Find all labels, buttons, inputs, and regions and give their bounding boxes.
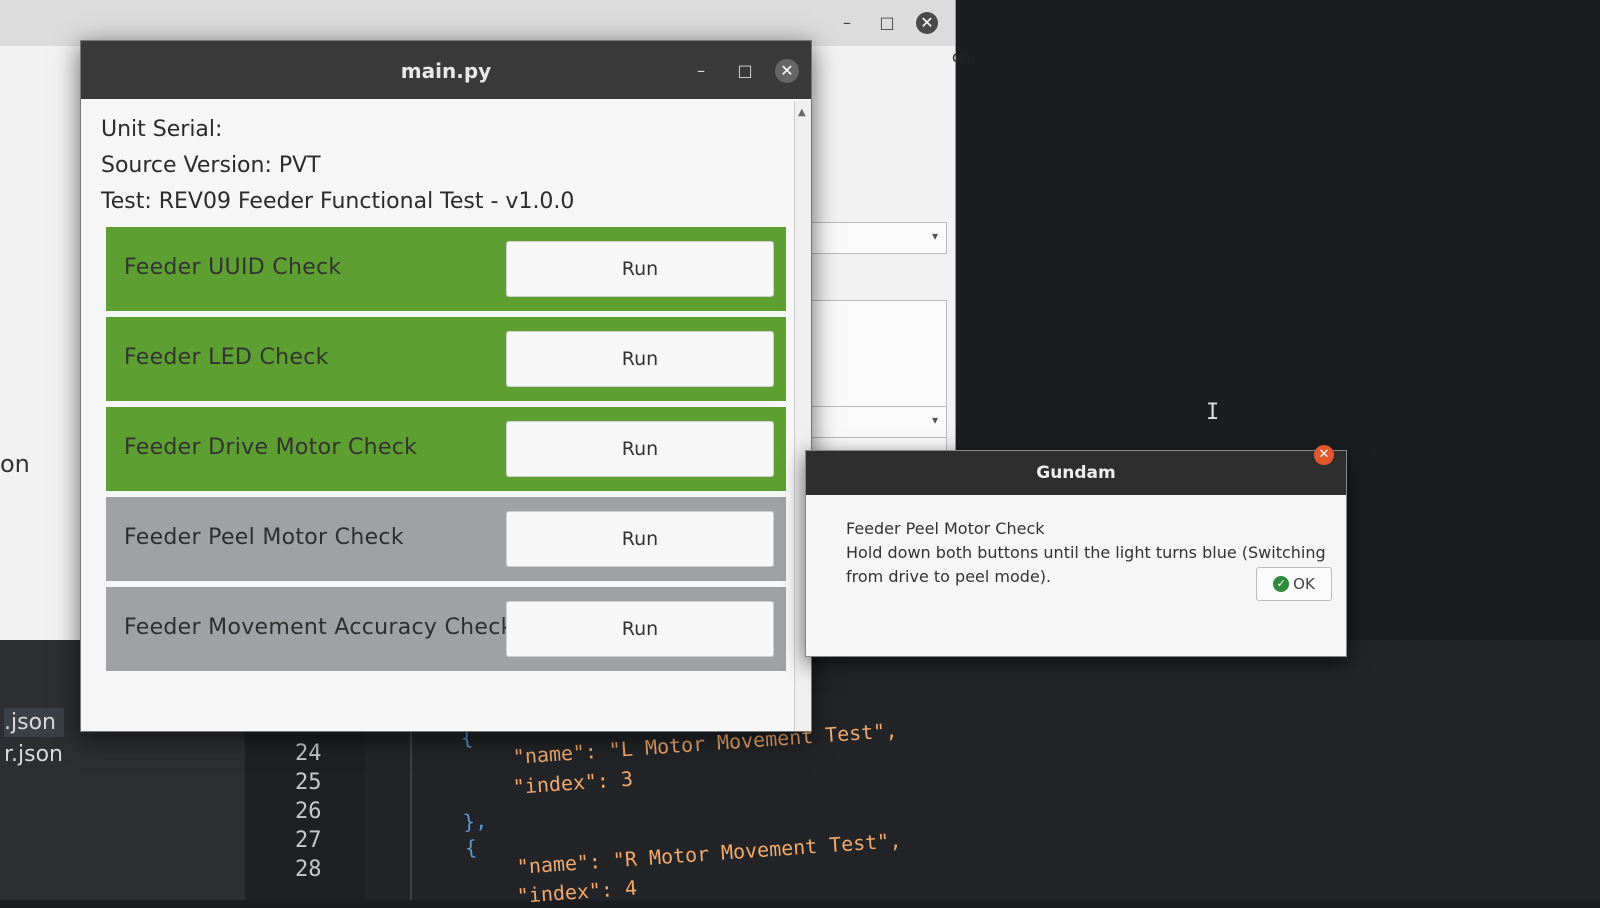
dialog-message: Feeder Peel Motor Check Hold down both b… — [846, 517, 1326, 589]
check-icon: ✓ — [1273, 576, 1290, 592]
code-line: }, — [462, 808, 488, 834]
source-version-label: Source Version: PVT — [101, 153, 321, 178]
explorer-file[interactable]: r.json — [4, 742, 63, 767]
dialog-heading: Feeder Peel Motor Check — [846, 519, 1045, 538]
chevron-down-icon: ▾ — [931, 413, 938, 427]
dropdown-field[interactable]: ▾ — [800, 222, 947, 254]
close-icon[interactable]: ✕ — [1314, 445, 1334, 465]
ok-label: OK — [1293, 575, 1315, 593]
run-button[interactable]: Run — [506, 601, 774, 657]
run-button[interactable]: Run — [506, 421, 774, 477]
tab-label: on — [952, 48, 971, 66]
check-label: Feeder UUID Check — [124, 255, 342, 280]
message-dialog: Gundam ✕ Feeder Peel Motor Check Hold do… — [805, 445, 1347, 657]
code-line: { — [464, 835, 478, 860]
side-label: on — [0, 450, 30, 478]
check-label: Feeder LED Check — [124, 345, 329, 370]
ok-button[interactable]: ✓ OK — [1256, 567, 1332, 601]
check-label: Feeder Drive Motor Check — [124, 435, 418, 460]
minimize-icon[interactable]: – — [836, 12, 858, 34]
check-label: Feeder Peel Motor Check — [124, 525, 404, 550]
check-row-uuid: Feeder UUID Check Run — [106, 227, 786, 311]
close-icon[interactable]: ✕ — [775, 59, 799, 83]
chevron-down-icon: ▾ — [931, 229, 938, 243]
check-row-peel-motor: Feeder Peel Motor Check Run — [106, 497, 786, 581]
main-titlebar: main.py – □ ✕ — [81, 41, 811, 99]
run-button[interactable]: Run — [506, 241, 774, 297]
text-cursor-icon: I — [1206, 400, 1220, 425]
check-row-led: Feeder LED Check Run — [106, 317, 786, 401]
dialog-titlebar: Gundam — [806, 451, 1346, 495]
line-number: 25 — [295, 770, 322, 795]
explorer-file[interactable]: .json — [4, 708, 64, 737]
check-row-drive-motor: Feeder Drive Motor Check Run — [106, 407, 786, 491]
line-number: 24 — [295, 741, 322, 766]
check-label: Feeder Movement Accuracy Check — [124, 615, 514, 640]
test-name-label: Test: REV09 Feeder Functional Test - v1.… — [101, 189, 575, 214]
run-button[interactable]: Run — [506, 511, 774, 567]
main-window: main.py – □ ✕ Unit Serial: Source Versio… — [80, 40, 812, 732]
close-icon[interactable]: ✕ — [916, 12, 938, 34]
scroll-up-icon[interactable]: ▲ — [798, 107, 806, 118]
line-number: 26 — [295, 799, 322, 824]
dialog-body: Hold down both buttons until the light t… — [846, 543, 1326, 586]
unit-serial-label: Unit Serial: — [101, 117, 223, 142]
line-number: 28 — [295, 857, 322, 882]
check-row-movement-accuracy: Feeder Movement Accuracy Check Run — [106, 587, 786, 671]
dialog-title: Gundam — [1036, 463, 1116, 483]
minimize-icon[interactable]: – — [689, 59, 713, 83]
run-button[interactable]: Run — [506, 331, 774, 387]
maximize-icon[interactable]: □ — [733, 59, 757, 83]
dropdown-field[interactable]: ▾ — [800, 406, 947, 438]
line-number: 27 — [295, 828, 322, 853]
maximize-icon[interactable]: □ — [876, 12, 898, 34]
